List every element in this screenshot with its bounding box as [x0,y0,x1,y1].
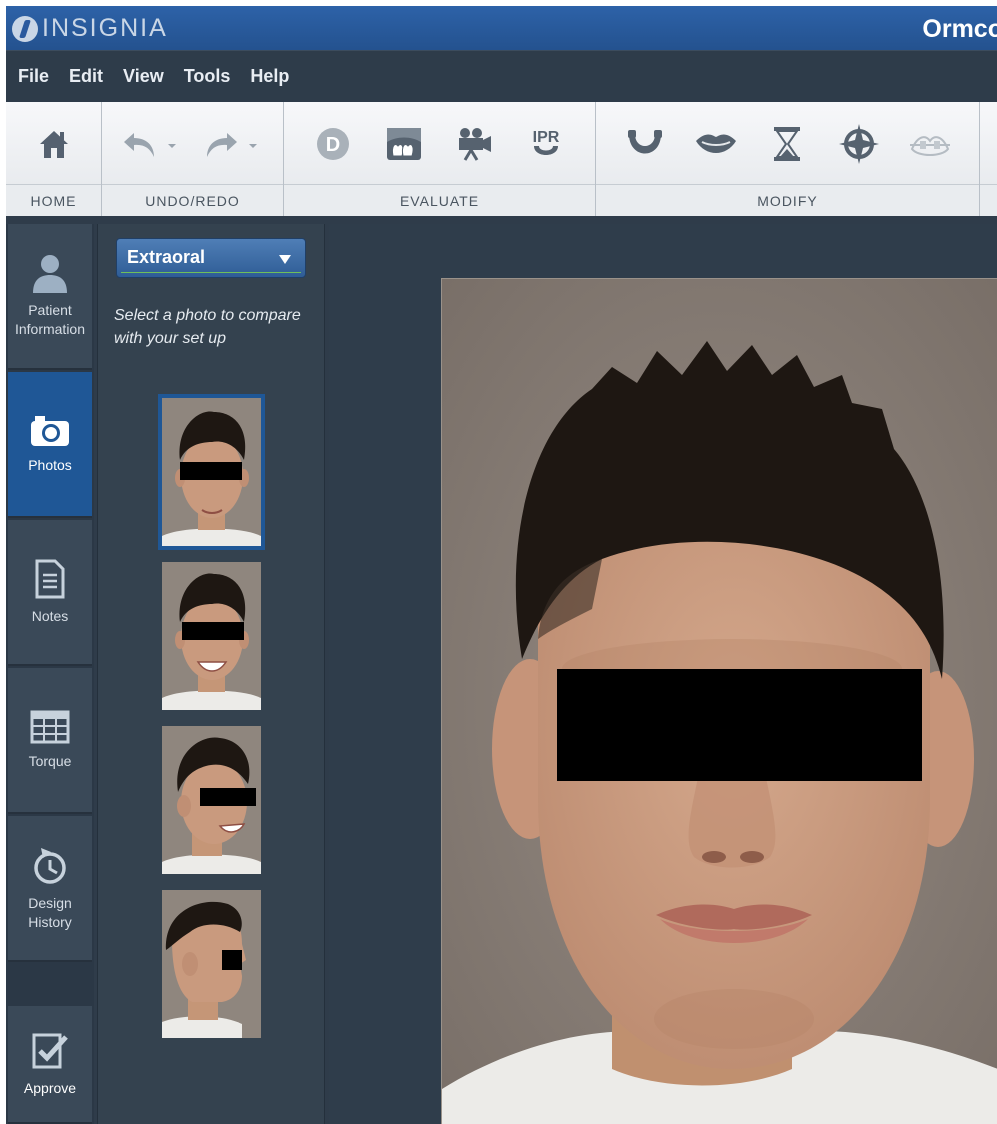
toolbar-group-label: MODIFY [596,184,979,216]
dropdown-arrow-icon [279,255,291,264]
photo-type-dropdown[interactable]: Extraoral [116,238,306,278]
home-button[interactable] [32,122,76,166]
nav-label: Approve [23,1079,77,1096]
side-navigation: Patient Information Photos Notes Torque … [6,224,94,1124]
redo-button[interactable] [201,122,267,166]
nav-label: Torque [28,752,72,769]
brand-name: Ormco [922,15,997,43]
movie-camera-icon [459,128,491,161]
movie-button[interactable] [453,122,497,166]
hourglass-icon [774,127,801,161]
photo-thumbnail-three-quarter[interactable] [162,726,261,874]
grid-table-icon [30,710,70,743]
profile-photo-image [162,890,261,1038]
menu-tools[interactable]: Tools [184,66,231,87]
lips-icon [696,134,737,153]
photo-canvas [329,224,997,1124]
photo-thumbnail-frontal-smile[interactable] [162,562,261,710]
nav-label: Notes [31,607,69,624]
target-button[interactable] [837,122,881,166]
nav-label: Design History [28,895,72,930]
ipr-icon: IPR [533,129,560,155]
document-icon [35,559,65,598]
toolbar-group-label: UNDO/REDO [102,184,283,216]
dropdown-value: Extraoral [127,247,206,267]
home-icon [39,131,68,158]
d-circle-icon: D [317,128,349,160]
app-logo: INSIGNIA [12,14,168,43]
hourglass-button[interactable] [765,122,809,166]
undo-button[interactable] [118,122,184,166]
svg-text:D: D [326,134,340,156]
bracket-wire-button[interactable] [908,122,952,166]
censor-bar [222,950,242,970]
menu-edit[interactable]: Edit [69,66,103,87]
camera-icon [31,415,69,446]
redo-icon [206,133,257,157]
menu-view[interactable]: View [123,66,164,87]
photo-panel: Extraoral Select a photo to compare with… [97,224,325,1124]
app-window: INSIGNIA Ormco File Edit View Tools Help… [6,6,997,1124]
censor-bar [180,462,242,480]
censor-bar [182,622,244,640]
nav-patient-information[interactable]: Patient Information [8,224,92,370]
ipr-button[interactable]: IPR [524,122,568,166]
compass-target-icon [838,124,879,164]
title-bar: INSIGNIA Ormco [6,6,997,50]
censor-bar [200,788,256,806]
menu-file[interactable]: File [18,66,49,87]
toolbar-group-evaluate: D IPR EVALUATE [284,102,596,216]
main-photo [441,278,997,1124]
arch-icon [628,130,663,154]
nav-approve[interactable]: Approve [8,1006,92,1124]
toolbar-group-label-overflow [980,184,997,216]
person-icon [33,255,67,293]
bracket-wire-icon [909,136,950,156]
censor-bar [557,669,922,781]
history-icon [34,848,66,884]
photo-thumbnail-frontal[interactable] [158,394,265,550]
nav-label: Patient Information [14,302,86,337]
nav-photos[interactable]: Photos [8,372,92,518]
svg-text:IPR: IPR [533,129,560,146]
d-button[interactable]: D [311,122,355,166]
lips-button[interactable] [694,122,738,166]
toolbar-group-overflow [980,102,997,216]
teeth-overlay-button[interactable] [382,122,426,166]
toolbar-group-undo-redo: UNDO/REDO [102,102,284,216]
toolbar-group-label: HOME [6,184,101,216]
nav-label: Photos [28,456,72,473]
ribbon-toolbar: HOME UNDO/REDO D IPR EVALUATE MODIFY [6,102,997,216]
nav-notes[interactable]: Notes [8,520,92,666]
nav-torque[interactable]: Torque [8,668,92,814]
logo-mark-icon [12,15,38,42]
menu-bar: File Edit View Tools Help [6,50,997,102]
dropdown-underline [121,272,301,273]
photo-prompt: Select a photo to compare with your set … [114,307,301,347]
toolbar-group-label: EVALUATE [284,184,595,216]
toolbar-group-modify: MODIFY [596,102,980,216]
logo-text: INSIGNIA [42,14,168,42]
nav-design-history[interactable]: Design History [8,816,92,962]
menu-help[interactable]: Help [250,66,289,87]
approve-check-icon [32,1033,68,1068]
photo-thumbnail-profile[interactable] [162,890,261,1038]
arch-button[interactable] [623,122,667,166]
toolbar-group-home: HOME [6,102,102,216]
undo-icon [124,133,177,157]
teeth-overlay-icon [387,128,421,160]
